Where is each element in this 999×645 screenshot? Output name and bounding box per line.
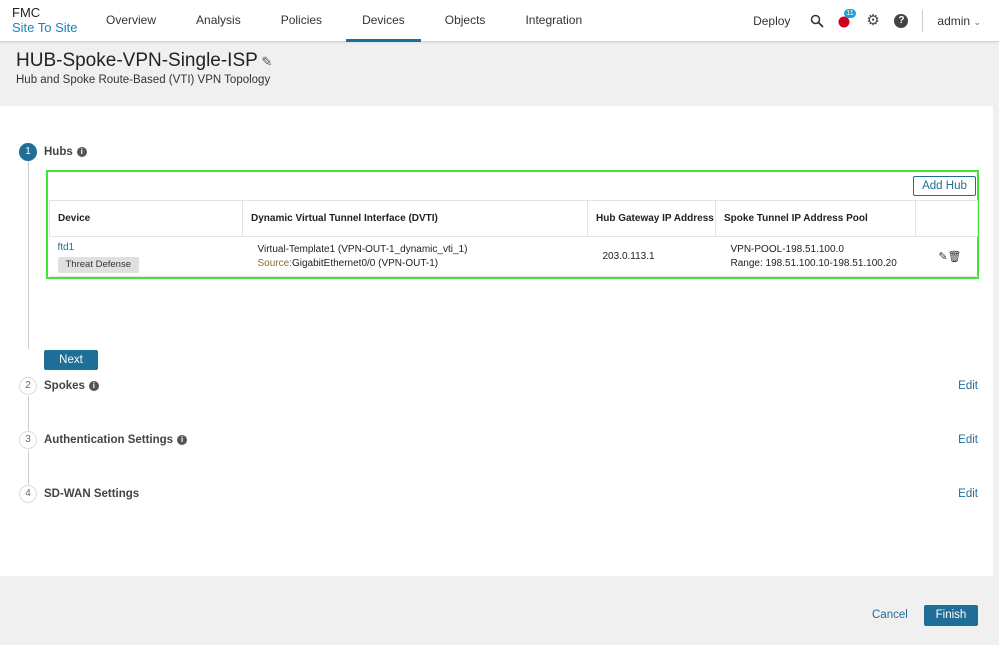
notifications-icon[interactable]: 11 bbox=[838, 9, 856, 28]
nav-analysis[interactable]: Analysis bbox=[180, 0, 257, 42]
col-actions bbox=[915, 200, 978, 237]
step-3-indicator: 3 bbox=[19, 431, 37, 449]
col-dvti: Dynamic Virtual Tunnel Interface (DVTI) bbox=[242, 200, 588, 237]
source-label: Source: bbox=[257, 257, 292, 269]
nav-integration[interactable]: Integration bbox=[509, 0, 598, 42]
step-connector bbox=[28, 396, 29, 431]
top-nav-bar: FMC Site To Site Overview Analysis Polic… bbox=[0, 0, 999, 42]
search-icon[interactable] bbox=[810, 14, 825, 28]
col-device: Device bbox=[49, 200, 243, 237]
finish-button[interactable]: Finish bbox=[924, 605, 978, 626]
edit-spokes-link[interactable]: Edit bbox=[958, 380, 978, 392]
divider bbox=[922, 10, 924, 32]
chevron-down-icon: ⌄ bbox=[973, 17, 981, 27]
step-connector bbox=[28, 161, 29, 349]
cancel-button[interactable]: Cancel bbox=[872, 609, 908, 621]
edit-auth-link[interactable]: Edit bbox=[958, 434, 978, 446]
pool-value: VPN-POOL-198.51.100.0 bbox=[730, 243, 844, 255]
page-subtitle: Hub and Spoke Route-Based (VTI) VPN Topo… bbox=[16, 74, 271, 86]
step-auth-label: Authentication Settings i bbox=[44, 434, 188, 446]
step-4-indicator: 4 bbox=[19, 485, 37, 503]
gateway-value: 203.0.113.1 bbox=[587, 236, 716, 277]
next-button[interactable]: Next bbox=[44, 350, 98, 370]
source-value: GigabitEthernet0/0 (VPN-OUT-1) bbox=[291, 257, 439, 269]
help-icon[interactable]: ? bbox=[894, 14, 909, 28]
pencil-icon[interactable]: ✎ bbox=[258, 54, 272, 69]
info-icon[interactable]: i bbox=[76, 146, 87, 157]
info-icon[interactable]: i bbox=[88, 380, 99, 391]
step-connector bbox=[28, 450, 29, 485]
col-gateway: Hub Gateway IP Address bbox=[587, 200, 716, 237]
hubs-table-panel: Add Hub Device Dynamic Virtual Tunnel In… bbox=[46, 170, 979, 279]
title-text: HUB-Spoke-VPN-Single-ISP bbox=[16, 50, 258, 71]
step-auth-text: Authentication Settings bbox=[44, 434, 174, 446]
footer bbox=[0, 576, 993, 645]
range-value: Range: 198.51.100.10-198.51.100.20 bbox=[730, 257, 897, 269]
deploy-button[interactable]: Deploy bbox=[753, 14, 790, 28]
step-spokes-text: Spokes bbox=[44, 380, 85, 392]
step-hubs-text: Hubs bbox=[44, 146, 73, 158]
step-1-indicator: 1 bbox=[19, 143, 37, 161]
trash-icon[interactable]: 🗑 bbox=[948, 251, 962, 263]
step-spokes-label: Spokes i bbox=[44, 380, 99, 392]
step-sdwan-label: SD-WAN Settings bbox=[44, 488, 140, 500]
edit-sdwan-link[interactable]: Edit bbox=[958, 488, 978, 500]
info-icon[interactable]: i bbox=[177, 434, 188, 445]
add-hub-button[interactable]: Add Hub bbox=[913, 176, 976, 196]
brand: FMC Site To Site bbox=[12, 5, 78, 35]
col-pool: Spoke Tunnel IP Address Pool bbox=[715, 200, 916, 237]
notification-count: 11 bbox=[844, 9, 856, 18]
app-name: FMC bbox=[12, 5, 41, 20]
device-link[interactable]: ftd1 bbox=[58, 241, 243, 255]
page-title: HUB-Spoke-VPN-Single-ISP ✎ bbox=[16, 50, 272, 72]
nav-devices[interactable]: Devices bbox=[346, 0, 421, 42]
device-type-badge: Threat Defense bbox=[57, 256, 139, 273]
dvti-value: Virtual-Template1 (VPN-OUT-1_dynamic_vti… bbox=[257, 243, 468, 255]
table-row: ftd1 Threat Defense Virtual-Template1 (VP… bbox=[49, 236, 978, 277]
main-nav: Overview Analysis Policies Devices Objec… bbox=[90, 0, 606, 42]
step-hubs-label: Hubs i bbox=[44, 146, 87, 158]
step-2-indicator: 2 bbox=[19, 377, 37, 395]
nav-objects[interactable]: Objects bbox=[429, 0, 502, 42]
edit-icon[interactable]: ✎ bbox=[938, 251, 947, 263]
section-name: Site To Site bbox=[12, 20, 78, 35]
nav-overview[interactable]: Overview bbox=[90, 0, 172, 42]
user-menu[interactable]: admin ⌄ bbox=[937, 14, 981, 28]
user-name: admin bbox=[937, 14, 971, 28]
nav-policies[interactable]: Policies bbox=[265, 0, 338, 42]
hubs-table: Device Dynamic Virtual Tunnel Interface … bbox=[49, 200, 978, 277]
gear-icon[interactable]: ⚙ bbox=[866, 13, 880, 28]
